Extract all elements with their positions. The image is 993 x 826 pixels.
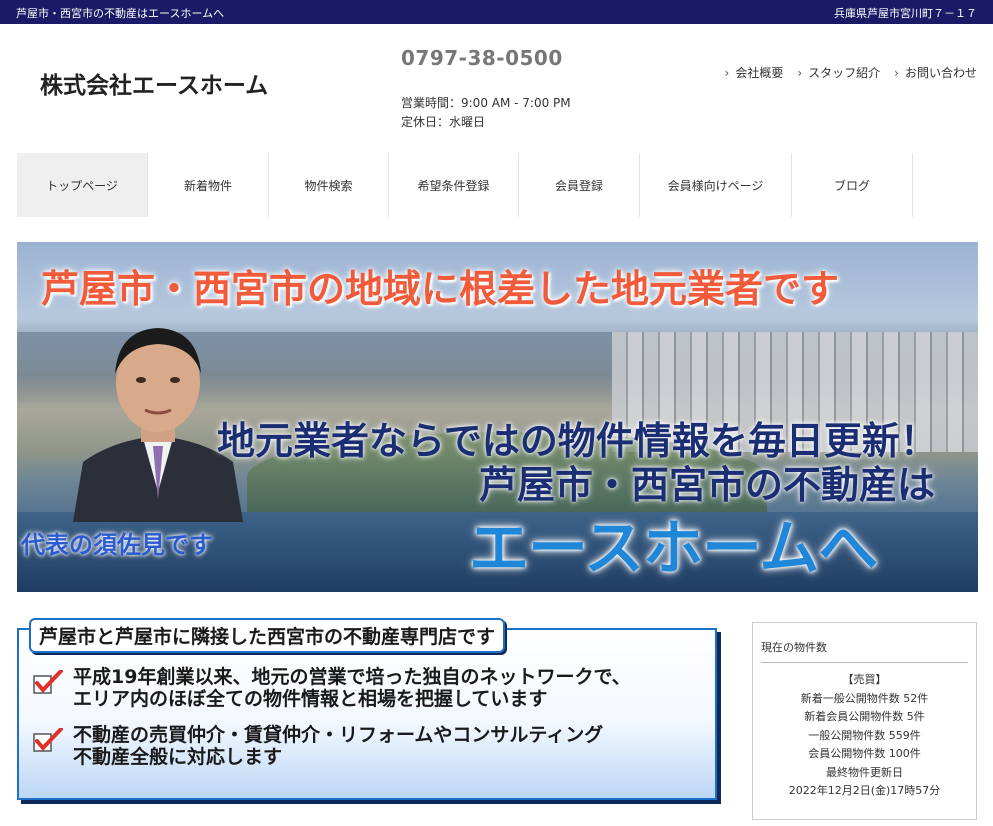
- top-bar-tagline: 芦屋市・西宮市の不動産はエースホームへ: [16, 7, 225, 20]
- intro-item-1: 平成19年創業以来、地元の営業で培った独自のネットワークで、 エリア内のほぼ全て…: [33, 666, 631, 710]
- new-member-count: 新着会員公開物件数 5件: [804, 710, 925, 723]
- intro-item-text: 不動産の売買仲介・賃貸仲介・リフォームやコンサルティング 不動産全般に対応します: [73, 724, 603, 768]
- link-contact[interactable]: お問い合わせ: [894, 64, 977, 81]
- intro-item-2: 不動産の売買仲介・賃貸仲介・リフォームやコンサルティング 不動産全般に対応します: [33, 724, 603, 768]
- public-count: 一般公開物件数 559件: [808, 728, 921, 742]
- top-bar-address: 兵庫県芦屋市宮川町７－１７: [834, 7, 977, 20]
- main-nav: トップページ 新着物件 物件検索 希望条件登録 会員登録 会員様向けページ ブロ…: [17, 153, 917, 217]
- intro-item-text: 平成19年創業以来、地元の営業で培った独自のネットワークで、 エリア内のほぼ全て…: [73, 666, 631, 710]
- nav-wish-registration[interactable]: 希望条件登録: [389, 153, 519, 217]
- company-logo[interactable]: 株式会社エースホーム: [40, 66, 268, 100]
- nav-property-search[interactable]: 物件検索: [269, 153, 389, 217]
- nav-member-page[interactable]: 会員様向けページ: [640, 153, 792, 217]
- header-links: 会社概要 スタッフ紹介 お問い合わせ: [725, 64, 977, 81]
- hero-banner[interactable]: 芦屋市・西宮市の地域に根差した地元業者です 地元業者ならではの物件情報を毎日更新…: [17, 242, 978, 592]
- intro-item-line: 不動産全般に対応します: [73, 746, 283, 768]
- phone-number: 0797-38-0500: [401, 46, 563, 70]
- link-company-profile[interactable]: 会社概要: [725, 64, 783, 81]
- intro-box: 芦屋市と芦屋市に隣接した西宮市の不動産専門店です 平成19年創業以来、地元の営業…: [17, 618, 717, 800]
- new-public-count: 新着一般公開物件数 52件: [800, 691, 929, 705]
- intro-item-line: 不動産の売買仲介・賃貸仲介・リフォームやコンサルティング: [73, 724, 604, 746]
- property-count-widget: 現在の物件数 【売買】 新着一般公開物件数 52件 新着会員公開物件数 5件 一…: [752, 622, 977, 820]
- intro-item-line: 平成19年創業以来、地元の営業で培った独自のネットワークで、: [73, 666, 631, 688]
- checkmark-icon: [33, 728, 63, 752]
- widget-divider: [761, 662, 968, 663]
- nav-new-listings[interactable]: 新着物件: [148, 153, 269, 217]
- nav-member-registration[interactable]: 会員登録: [519, 153, 640, 217]
- link-staff[interactable]: スタッフ紹介: [797, 64, 880, 81]
- category-label: 【売買】: [842, 673, 887, 686]
- nav-blog[interactable]: ブログ: [792, 153, 913, 217]
- checkmark-icon: [33, 670, 63, 694]
- widget-title: 現在の物件数: [761, 641, 827, 654]
- opening-hours: 営業時間：9:00 AM - 7:00 PM: [401, 96, 571, 110]
- intro-title: 芦屋市と芦屋市に隣接した西宮市の不動産専門店です: [29, 618, 506, 653]
- top-bar: 芦屋市・西宮市の不動産はエースホームへ 兵庫県芦屋市宮川町７－１７: [0, 0, 993, 24]
- hero-headline: 芦屋市・西宮市の地域に根差した地元業者です: [41, 267, 840, 311]
- last-updated-date: 2022年12月2日(金)17時57分: [788, 784, 941, 797]
- closed-day: 定休日：水曜日: [401, 115, 486, 129]
- last-updated-label: 最終物件更新日: [826, 765, 903, 779]
- business-hours: 営業時間：9:00 AM - 7:00 PM 定休日：水曜日: [401, 94, 571, 132]
- nav-top[interactable]: トップページ: [17, 153, 148, 217]
- member-count: 会員公開物件数 100件: [808, 747, 921, 760]
- hero-brand: エースホームへ: [469, 514, 878, 584]
- intro-item-line: エリア内のほぼ全ての物件情報と相場を把握しています: [73, 688, 548, 710]
- representative-caption: 代表の須佐見です: [21, 531, 213, 559]
- widget-body: 【売買】 新着一般公開物件数 52件 新着会員公開物件数 5件 一般公開物件数 …: [753, 671, 976, 801]
